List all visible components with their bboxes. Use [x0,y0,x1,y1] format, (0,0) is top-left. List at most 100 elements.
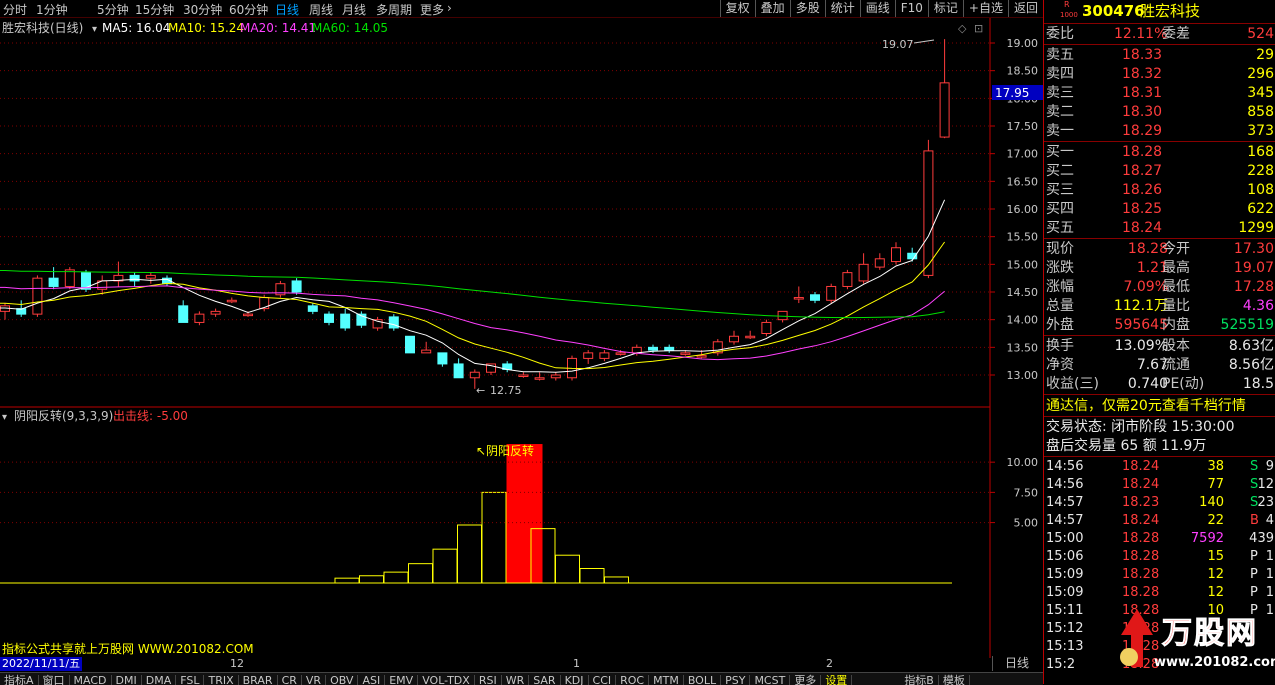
after-hours: 盘后交易量 65 额 11.9万 [1046,438,1207,454]
ma-settings-icon[interactable]: ▾ [92,24,97,35]
tick-row: 14:57 18.23 140 S 23 [1044,494,1275,512]
back-button[interactable]: 返回 [1007,0,1043,17]
stat-label-2: 今开 [1162,241,1190,257]
tab-fenshi[interactable]: 分时 [3,1,27,18]
market-tag: R [1064,0,1070,9]
tick-row: 15:06 18.28 15 P 1 [1044,548,1275,566]
tab-monthly[interactable]: 月线 [342,1,366,18]
ask-row: 卖三 18.31 345 [1044,84,1275,102]
month-mark-feb: 2 [826,657,833,670]
ad-row[interactable]: 通达信，仅需20元查看千档行情 [1044,397,1275,415]
tab-multi-period[interactable]: 多周期 [376,1,412,18]
expand-icon[interactable]: ⊡ [974,22,983,35]
bid-price: 18.25 [1122,201,1163,217]
ask-volume: 296 [1247,66,1274,82]
stat-label: 现价 [1046,241,1074,257]
kline-chart[interactable]: 胜宏科技(日线) ▾ MA5: 16.04 MA10: 15.24 MA20: … [0,18,1043,668]
tab-weekly[interactable]: 周线 [309,1,333,18]
tick-count: 9 [1265,459,1274,474]
tab-5min[interactable]: 5分钟 [97,1,129,18]
bid-label: 买五 [1046,220,1074,236]
tick-count: 1 [1265,567,1274,582]
divider [1044,23,1275,24]
candles-group [0,39,950,389]
chevron-right-icon[interactable]: › [447,1,452,15]
fund-row: 换手 13.09% 股本 8.63亿 [1044,337,1275,355]
tick-row: 14:56 18.24 38 S 9 [1044,458,1275,476]
tab-60min[interactable]: 60分钟 [229,1,268,18]
tick-price: 18.28 [1122,549,1160,564]
candle-body [777,310,788,321]
indicator-bar [457,524,482,584]
tick-price: 18.28 [1122,567,1160,582]
bid-label: 买一 [1046,144,1074,160]
bid-price: 18.26 [1122,182,1163,198]
ask-volume: 373 [1247,123,1274,139]
stock-header: R 1000 300476 胜宏科技 [1044,0,1275,22]
tick-direction: S [1250,459,1259,474]
candle-body [64,269,75,287]
tick-count: 1 [1265,585,1274,600]
multi-stock-button[interactable]: 多股 [789,0,825,17]
fund-value-2: 8.56亿 [1228,357,1274,373]
candle-body [729,335,739,343]
fund-row: 收益(三) 0.740 PE(动) 18.5 [1044,375,1275,393]
tick-time: 15:11 [1046,603,1084,618]
tab-daily[interactable]: 日线 [275,1,299,18]
period-toolbar: 分时 1分钟 5分钟 15分钟 30分钟 60分钟 日线 周线 月线 多周期 更… [0,0,1043,18]
stat-label: 涨跌 [1046,260,1074,276]
ma20-line [0,285,945,361]
tab-more[interactable]: 更多 [420,1,444,18]
tick-time: 15:09 [1046,567,1084,582]
stock-name: 胜宏科技 [1140,2,1201,20]
tab-1min[interactable]: 1分钟 [36,1,68,18]
tick-row: 15:09 18.28 12 P 1 [1044,566,1275,584]
diamond-icon[interactable]: ◇ [958,22,967,35]
indicator-bar [555,554,580,584]
draw-line-button[interactable]: 画线 [859,0,895,17]
candle-body [631,346,642,354]
tab-30min[interactable]: 30分钟 [183,1,222,18]
candle-body [226,299,237,303]
ask-volume: 29 [1256,47,1274,63]
price-tick-label: 14.50 [1007,286,1039,299]
indicator-collapse-icon[interactable]: ▾ [2,412,7,423]
bid-label: 买四 [1046,201,1074,217]
period-indicator-button[interactable]: 日线 [992,656,1041,671]
fuquan-button[interactable]: 复权 [719,0,755,17]
bid-label: 买三 [1046,182,1074,198]
overlay-button[interactable]: 叠加 [754,0,790,17]
ask-volume: 345 [1247,85,1274,101]
candle-body [793,297,804,300]
candle-body [340,313,351,329]
stat-value: 595645 [1114,317,1168,333]
divider [1044,335,1275,336]
indicator-bar [579,568,605,584]
price-tick-label: 19.00 [1007,37,1039,50]
weibi-row: 委比 12.11% 委差 524 [1044,25,1275,43]
ma-lines [0,199,946,373]
candle-body [858,263,869,282]
indicator-bar [408,563,433,584]
after-hours-row: 盘后交易量 65 额 11.9万 [1044,437,1275,455]
price-tick-label: 13.00 [1007,369,1039,382]
ask-label: 卖一 [1046,123,1074,139]
add-watchlist-button[interactable]: +自选 [962,0,1008,17]
stat-value: 112.1万 [1113,298,1168,314]
date-cursor-label: 2022/11/11/五 [0,657,83,671]
f10-button[interactable]: F10 [894,0,928,17]
mark-button[interactable]: 标记 [927,0,963,17]
tab-15min[interactable]: 15分钟 [135,1,174,18]
tick-time: 14:56 [1046,477,1084,492]
candle-body [842,272,853,287]
candle-body [518,374,529,377]
stat-label-2: 内盘 [1162,317,1190,333]
stat-value-2: 525519 [1220,317,1274,333]
candle-body [48,277,59,287]
weicha-value: 524 [1247,26,1274,42]
weibi-value: 12.11% [1114,26,1168,42]
indicator-bars [334,444,629,584]
ask-volume: 858 [1247,104,1274,120]
ask-price: 18.30 [1122,104,1163,120]
stats-button[interactable]: 统计 [824,0,860,17]
